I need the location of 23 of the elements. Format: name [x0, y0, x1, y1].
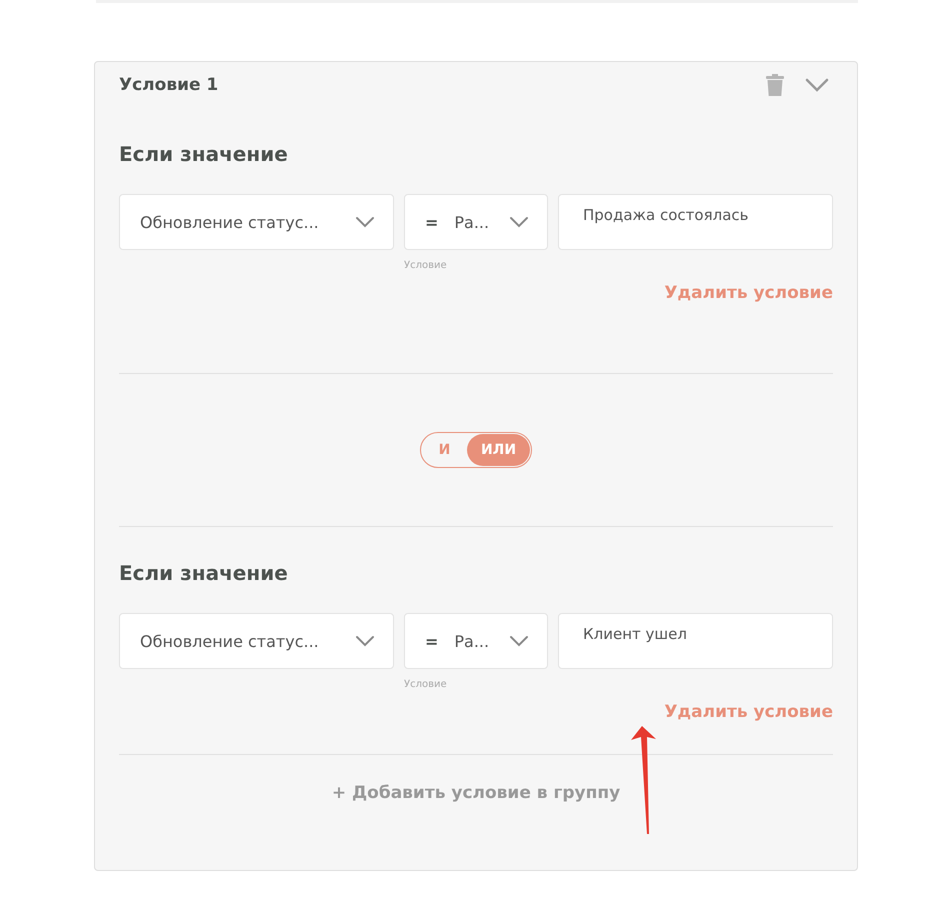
condition-title: Условие 1 — [119, 75, 218, 95]
select-value: Обновление статус... — [140, 212, 319, 232]
section-heading: Если значение — [119, 142, 289, 166]
chevron-down-icon — [508, 635, 529, 647]
equals-sign: = — [424, 632, 438, 650]
value-input[interactable]: Клиент ушел — [558, 613, 833, 669]
field-select[interactable]: Обновление статус... — [119, 613, 394, 669]
field-caption: Условие — [404, 679, 448, 690]
trash-icon[interactable] — [766, 74, 784, 96]
field-caption: Условие — [404, 260, 448, 271]
chevron-down-icon — [354, 216, 375, 228]
equals-sign: = — [424, 212, 438, 232]
section-heading: Если значение — [119, 561, 289, 585]
select-value: Ра... — [454, 632, 490, 650]
operator-select[interactable]: = Ра... — [404, 194, 548, 250]
chevron-down-icon[interactable] — [805, 78, 829, 92]
chevron-down-icon — [508, 216, 529, 228]
select-value: Обновление статус... — [140, 632, 319, 650]
field-select[interactable]: Обновление статус... — [119, 194, 394, 250]
chevron-down-icon — [354, 635, 375, 647]
value-input[interactable]: Продажа состоялась — [558, 194, 833, 250]
operator-select[interactable]: = Ра... — [404, 613, 548, 669]
select-value: Ра... — [454, 212, 490, 232]
